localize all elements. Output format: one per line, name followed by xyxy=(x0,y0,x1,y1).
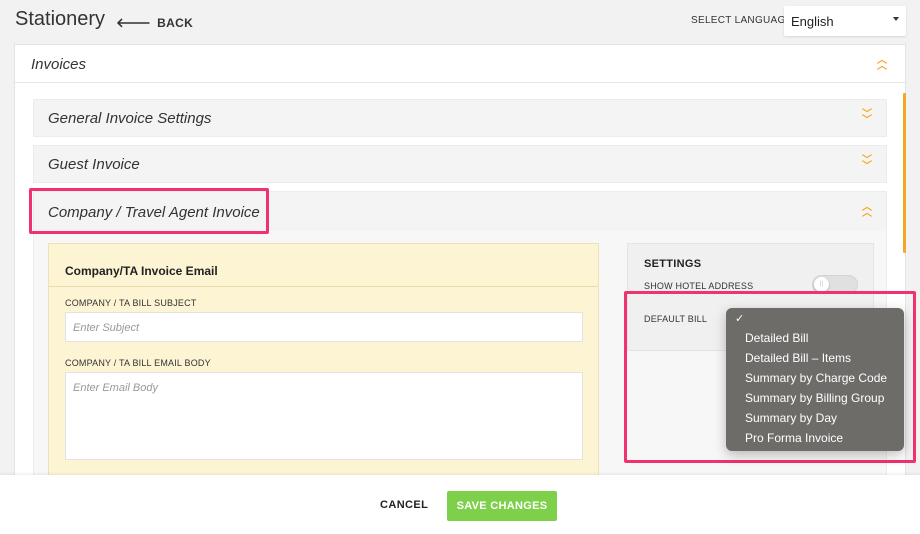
company-ta-email-card: Company/TA Invoice Email COMPANY / TA BI… xyxy=(48,243,599,483)
subject-input[interactable]: Enter Subject xyxy=(65,312,583,342)
email-body-label: COMPANY / TA BILL EMAIL BODY xyxy=(65,358,211,368)
option-pro-forma-invoice[interactable]: Pro Forma Invoice xyxy=(745,430,887,450)
option-detailed-bill-items[interactable]: Detailed Bill – Items xyxy=(745,350,887,370)
save-changes-button[interactable]: SAVE CHANGES xyxy=(447,491,557,521)
section-label: General Invoice Settings xyxy=(48,110,212,127)
top-bar: Stationery 🡐 BACK SELECT LANGUAGE Englis… xyxy=(0,0,920,44)
cancel-button[interactable]: CANCEL xyxy=(380,499,428,511)
toggle-off-icon: || xyxy=(820,281,824,287)
highlight-company-ta-invoice xyxy=(29,188,269,234)
language-select[interactable]: English xyxy=(784,6,906,36)
default-bill-dropdown[interactable]: ✓ Detailed Bill Detailed Bill – Items Su… xyxy=(726,308,904,451)
invoices-title: Invoices xyxy=(31,56,87,73)
double-chevron-up-icon[interactable]: ︿ ︿ xyxy=(862,203,872,219)
subject-label: COMPANY / TA BILL SUBJECT xyxy=(65,298,197,308)
show-hotel-address-label: SHOW HOTEL ADDRESS xyxy=(644,281,754,291)
option-detailed-bill[interactable]: Detailed Bill xyxy=(745,330,887,350)
language-value: English xyxy=(791,14,834,29)
double-chevron-down-icon[interactable]: ﹀ ﹀ xyxy=(862,110,872,126)
option-summary-by-billing-group[interactable]: Summary by Billing Group xyxy=(745,390,887,410)
scrollbar[interactable] xyxy=(903,93,906,253)
bottom-action-bar: CANCEL SAVE CHANGES xyxy=(0,475,920,534)
section-guest-invoice[interactable]: Guest Invoice ﹀ ﹀ xyxy=(33,145,887,183)
settings-heading: SETTINGS xyxy=(644,258,702,270)
back-arrow-icon: 🡐 xyxy=(116,15,152,30)
double-chevron-up-icon[interactable]: ︿ ︿ xyxy=(877,56,887,72)
default-bill-options: Detailed Bill Detailed Bill – Items Summ… xyxy=(745,330,887,450)
page-title: Stationery xyxy=(15,8,106,30)
double-chevron-down-icon[interactable]: ﹀ ﹀ xyxy=(862,156,872,172)
back-button[interactable]: 🡐 BACK xyxy=(116,15,193,31)
divider xyxy=(49,286,598,287)
option-summary-by-day[interactable]: Summary by Day xyxy=(745,410,887,430)
section-general-invoice-settings[interactable]: General Invoice Settings ﹀ ﹀ xyxy=(33,99,887,137)
email-body-textarea[interactable]: Enter Email Body xyxy=(65,372,583,460)
invoices-header[interactable]: Invoices ︿ ︿ xyxy=(15,45,905,83)
section-label: Guest Invoice xyxy=(48,156,140,173)
caret-down-icon xyxy=(893,17,899,21)
option-summary-by-charge-code[interactable]: Summary by Charge Code xyxy=(745,370,887,390)
back-label: BACK xyxy=(157,16,194,30)
language-label: SELECT LANGUAGE xyxy=(691,15,793,26)
email-card-heading: Company/TA Invoice Email xyxy=(65,264,218,278)
checkmark-icon: ✓ xyxy=(735,313,745,325)
